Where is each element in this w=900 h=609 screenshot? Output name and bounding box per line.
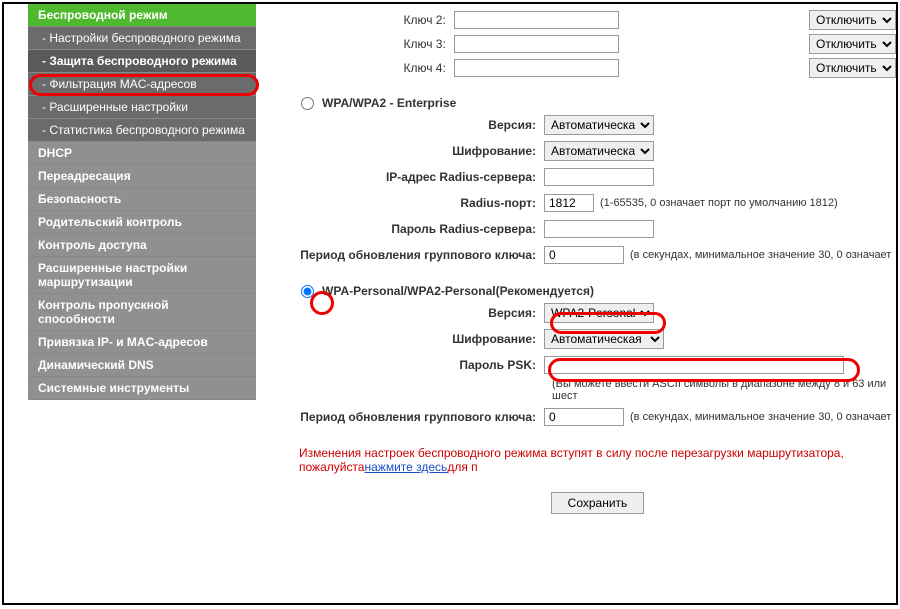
content-area: Ключ 2: Отключить Ключ 3: Отключить Ключ 4: О… <box>269 4 896 603</box>
ent-radius-pw-label: Пароль Radius-сервера: <box>299 222 544 236</box>
pers-enc-select[interactable]: Автоматическая <box>544 329 664 349</box>
sidebar-item-6[interactable]: DHCP <box>28 142 256 165</box>
ent-gk-label: Период обновления группового ключа: <box>299 248 544 262</box>
wpa-personal-title: WPA-Personal/WPA2-Personal(Рекомендуется… <box>322 284 594 298</box>
ent-enc-label: Шифрование: <box>299 144 544 158</box>
pers-psk-hint: (Вы можете ввести ASCII символы в диапаз… <box>552 378 896 402</box>
sidebar-item-14[interactable]: Динамический DNS <box>28 354 256 377</box>
wpa-personal-radio[interactable] <box>301 285 314 298</box>
ent-radius-ip-label: IP-адрес Radius-сервера: <box>299 170 544 184</box>
ent-version-label: Версия: <box>299 118 544 132</box>
key-input-4[interactable] <box>454 59 619 77</box>
wpa-enterprise-radio[interactable] <box>301 97 314 110</box>
ent-radius-port-label: Radius-порт: <box>299 196 544 210</box>
pers-gk-hint: (в секундах, минимальное значение 30, 0 … <box>630 411 891 423</box>
sidebar-item-10[interactable]: Контроль доступа <box>28 234 256 257</box>
ent-radius-port-input[interactable] <box>544 194 594 212</box>
wpa-personal-radio-row: WPA-Personal/WPA2-Personal(Рекомендуется… <box>299 284 896 298</box>
sidebar-item-5[interactable]: - Статистика беспроводного режима <box>28 119 256 142</box>
ent-radius-port-hint: (1-65535, 0 означает порт по умолчанию 1… <box>600 197 838 209</box>
key-label-2: Ключ 2: <box>299 13 454 27</box>
key-label-4: Ключ 4: <box>299 61 454 75</box>
sidebar-item-3[interactable]: - Фильтрация MAC-адресов <box>28 73 256 96</box>
key-row-2: Ключ 2: Отключить <box>299 10 896 30</box>
sidebar: Беспроводной режим- Настройки беспроводн… <box>28 4 256 400</box>
sidebar-item-9[interactable]: Родительский контроль <box>28 211 256 234</box>
key-row-3: Ключ 3: Отключить <box>299 34 896 54</box>
ent-radius-ip-input[interactable] <box>544 168 654 186</box>
sidebar-item-1[interactable]: - Настройки беспроводного режима <box>28 27 256 50</box>
pers-psk-input[interactable] <box>544 356 844 374</box>
ent-gk-hint: (в секундах, минимальное значение 30, 0 … <box>630 249 891 261</box>
key-input-2[interactable] <box>454 11 619 29</box>
ent-radius-pw-input[interactable] <box>544 220 654 238</box>
ent-gk-input[interactable] <box>544 246 624 264</box>
sidebar-item-4[interactable]: - Расширенные настройки <box>28 96 256 119</box>
pers-enc-label: Шифрование: <box>299 332 544 346</box>
wpa-enterprise-radio-row: WPA/WPA2 - Enterprise <box>299 96 896 110</box>
ent-version-select[interactable]: Автоматическая <box>544 115 654 135</box>
key-row-4: Ключ 4: Отключить <box>299 58 896 78</box>
reboot-warning: Изменения настроек беспроводного режима … <box>299 446 896 474</box>
sidebar-item-0[interactable]: Беспроводной режим <box>28 4 256 27</box>
pers-version-select[interactable]: WPA2-Personal <box>544 303 654 323</box>
key-disable-select-2[interactable]: Отключить <box>809 10 896 30</box>
save-button[interactable]: Сохранить <box>551 492 645 514</box>
sidebar-item-15[interactable]: Системные инструменты <box>28 377 256 400</box>
sidebar-item-7[interactable]: Переадресация <box>28 165 256 188</box>
sidebar-item-13[interactable]: Привязка IP- и MAC-адресов <box>28 331 256 354</box>
pers-gk-input[interactable] <box>544 408 624 426</box>
key-input-3[interactable] <box>454 35 619 53</box>
key-disable-select-4[interactable]: Отключить <box>809 58 896 78</box>
key-label-3: Ключ 3: <box>299 37 454 51</box>
pers-version-label: Версия: <box>299 306 544 320</box>
sidebar-item-12[interactable]: Контроль пропускной способности <box>28 294 256 331</box>
reboot-link[interactable]: нажмите здесь <box>364 460 447 474</box>
key-disable-select-3[interactable]: Отключить <box>809 34 896 54</box>
wpa-enterprise-title: WPA/WPA2 - Enterprise <box>322 96 456 110</box>
sidebar-item-11[interactable]: Расширенные настройки маршрутизации <box>28 257 256 294</box>
pers-psk-label: Пароль PSK: <box>299 358 544 372</box>
sidebar-item-2[interactable]: - Защита беспроводного режима <box>28 50 256 73</box>
ent-enc-select[interactable]: Автоматическая <box>544 141 654 161</box>
pers-gk-label: Период обновления группового ключа: <box>299 410 544 424</box>
sidebar-item-8[interactable]: Безопасность <box>28 188 256 211</box>
